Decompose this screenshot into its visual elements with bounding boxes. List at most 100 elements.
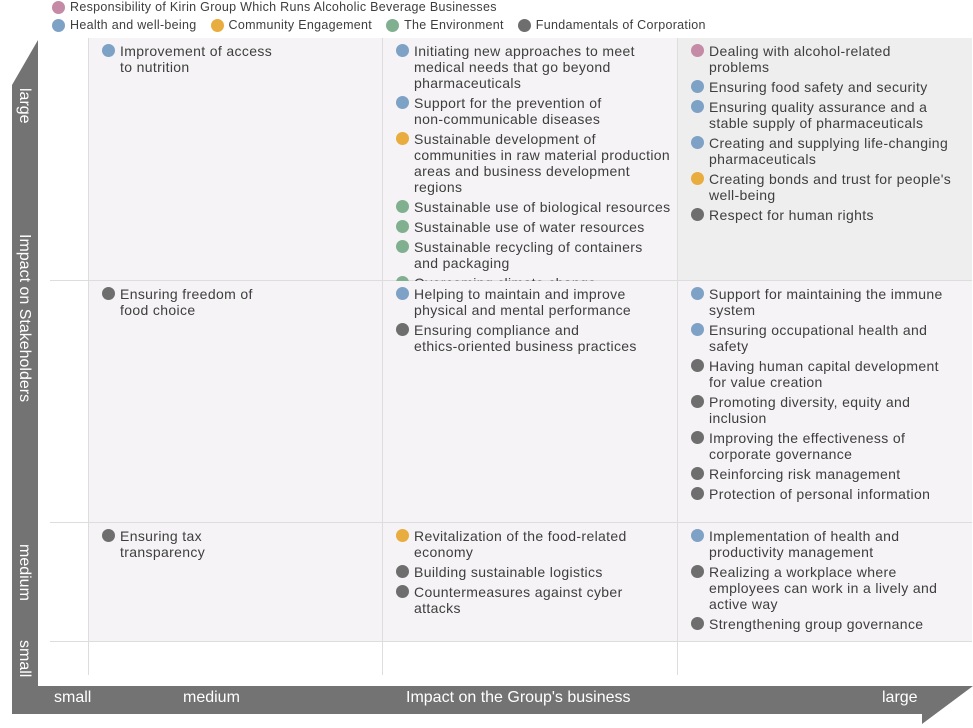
- issue-label: Support for the prevention of non-commun…: [414, 95, 602, 127]
- health-dot-icon: [396, 287, 409, 300]
- issue-item: Ensuring tax transparency: [102, 528, 376, 560]
- issue-label: Strengthening group governance: [709, 616, 924, 632]
- issue-label: Protection of personal information: [709, 486, 931, 502]
- x-label-medium: medium: [183, 689, 240, 706]
- issue-label: Respect for human rights: [709, 207, 874, 223]
- cell-large_blank: [50, 38, 88, 280]
- issue-label: Ensuring compliance and ethics-oriented …: [414, 322, 637, 354]
- issue-label: Having human capital development for val…: [709, 358, 939, 390]
- issue-label: Revitalization of the food-related econo…: [414, 528, 627, 560]
- alcohol-dot-icon: [52, 0, 65, 14]
- cell-mid_large: Helping to maintain and improve physical…: [383, 281, 677, 522]
- issue-item: Ensuring freedom of food choice: [102, 286, 376, 318]
- issue-item: Initiating new approaches to meet medica…: [396, 43, 671, 91]
- issue-item: Support for maintaining the immune syste…: [691, 286, 966, 318]
- fundamentals-dot-icon: [102, 287, 115, 300]
- x-label-small: small: [54, 689, 92, 706]
- issue-item: Protection of personal information: [691, 486, 966, 502]
- legend-item-fundamentals: Fundamentals of Corporation: [517, 18, 706, 32]
- community-dot-icon: [396, 529, 409, 542]
- environment-dot-icon: [396, 240, 409, 253]
- issue-label: Realizing a workplace where employees ca…: [709, 564, 938, 612]
- community-dot-icon: [210, 18, 224, 32]
- fundamentals-dot-icon: [691, 395, 704, 408]
- issue-label: Helping to maintain and improve physical…: [414, 286, 632, 318]
- health-dot-icon: [102, 44, 115, 57]
- issue-item: Creating bonds and trust for people's we…: [691, 171, 966, 203]
- legend-item-alcohol: Responsibility of Kirin Group Which Runs…: [52, 0, 497, 14]
- fundamentals-dot-icon: [691, 431, 704, 444]
- issue-label: Ensuring food safety and security: [709, 79, 928, 95]
- issue-label: Reinforcing risk management: [709, 466, 901, 482]
- health-dot-icon: [691, 100, 704, 113]
- issue-item: Improving the effectiveness of corporate…: [691, 430, 966, 462]
- y-label-small: small: [16, 640, 33, 678]
- issue-item: Having human capital development for val…: [691, 358, 966, 390]
- issue-item: Helping to maintain and improve physical…: [396, 286, 671, 318]
- issue-item: Countermeasures against cyber attacks: [396, 584, 671, 616]
- materiality-matrix: Improvement of access to nutrition Initia…: [50, 38, 972, 675]
- fundamentals-dot-icon: [396, 323, 409, 336]
- issue-label: Improvement of access to nutrition: [120, 43, 273, 75]
- cell-mid_blank: [50, 281, 88, 522]
- issue-item: Support for the prevention of non-commun…: [396, 95, 671, 127]
- legend-row-2: Health and well-being Community Engagemen…: [52, 18, 706, 32]
- cell-small_blank: [50, 642, 88, 675]
- health-dot-icon: [52, 18, 65, 32]
- health-dot-icon: [691, 529, 704, 542]
- community-dot-icon: [396, 132, 409, 145]
- y-label-medium: medium: [16, 544, 33, 601]
- fundamentals-dot-icon: [691, 467, 704, 480]
- issue-item: Respect for human rights: [691, 207, 966, 223]
- cell-med_medium: Ensuring tax transparency: [89, 523, 382, 641]
- issue-item: Revitalization of the food-related econo…: [396, 528, 671, 560]
- alcohol-dot-icon: [691, 44, 704, 57]
- cell-small_medium: [89, 642, 382, 675]
- environment-dot-icon: [396, 220, 409, 233]
- legend-label: Fundamentals of Corporation: [535, 18, 706, 32]
- issue-item: Promoting diversity, equity and inclusio…: [691, 394, 966, 426]
- legend-label: Responsibility of Kirin Group Which Runs…: [70, 0, 497, 14]
- issue-item: Realizing a workplace where employees ca…: [691, 564, 966, 612]
- cell-large_xlarge: Dealing with alcohol-related problems Ens…: [678, 38, 972, 280]
- x-axis-title: Impact on the Group's business: [406, 689, 631, 706]
- issue-label: Initiating new approaches to meet medica…: [414, 43, 635, 91]
- issue-item: Ensuring occupational health and safety: [691, 322, 966, 354]
- issue-label: Sustainable use of water resources: [414, 219, 645, 235]
- issue-label: Sustainable use of biological resources: [414, 199, 671, 215]
- issue-label: Creating and supplying life-changing pha…: [709, 135, 949, 167]
- environment-dot-icon: [386, 18, 400, 32]
- fundamentals-dot-icon: [102, 529, 115, 542]
- issue-item: Ensuring quality assurance and a stable …: [691, 99, 966, 131]
- issue-label: Creating bonds and trust for people's we…: [709, 171, 952, 203]
- cell-med_large: Revitalization of the food-related econo…: [383, 523, 677, 641]
- cell-mid_xlarge: Support for maintaining the immune syste…: [678, 281, 972, 522]
- issue-item: Ensuring food safety and security: [691, 79, 966, 95]
- fundamentals-dot-icon: [691, 487, 704, 500]
- issue-item: Sustainable development of communities i…: [396, 131, 671, 195]
- health-dot-icon: [691, 323, 704, 336]
- issue-label: Ensuring freedom of food choice: [120, 286, 253, 318]
- legend-item-environment: The Environment: [386, 18, 504, 32]
- health-dot-icon: [691, 80, 704, 93]
- issue-label: Building sustainable logistics: [414, 564, 603, 580]
- issue-item: Strengthening group governance: [691, 616, 966, 632]
- issue-label: Ensuring quality assurance and a stable …: [709, 99, 928, 131]
- fundamentals-dot-icon: [517, 18, 531, 32]
- cell-large_medium: Improvement of access to nutrition: [89, 38, 382, 280]
- cell-large_large: Initiating new approaches to meet medica…: [383, 38, 677, 291]
- issue-item: Creating and supplying life-changing pha…: [691, 135, 966, 167]
- health-dot-icon: [691, 136, 704, 149]
- cell-med_xlarge: Implementation of health and productivit…: [678, 523, 972, 641]
- health-dot-icon: [691, 287, 704, 300]
- issue-item: Ensuring compliance and ethics-oriented …: [396, 322, 671, 354]
- issue-item: Building sustainable logistics: [396, 564, 671, 580]
- issue-label: Ensuring occupational health and safety: [709, 322, 928, 354]
- issue-item: Dealing with alcohol-related problems: [691, 43, 966, 75]
- cell-small_large: [383, 642, 677, 675]
- health-dot-icon: [396, 44, 409, 57]
- fundamentals-dot-icon: [691, 359, 704, 372]
- issue-item: Improvement of access to nutrition: [102, 43, 376, 75]
- fundamentals-dot-icon: [691, 565, 704, 578]
- fundamentals-dot-icon: [396, 585, 409, 598]
